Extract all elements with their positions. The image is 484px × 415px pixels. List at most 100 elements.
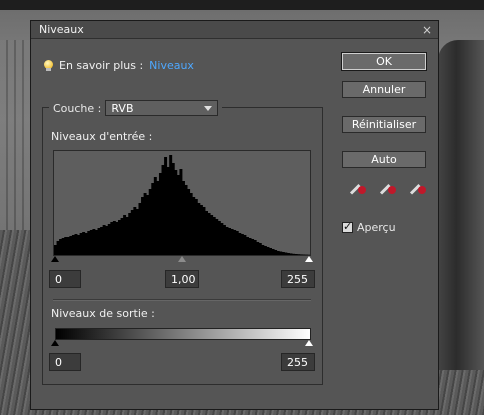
histogram-bar <box>100 227 104 255</box>
input-slider[interactable] <box>51 256 313 264</box>
dialog-titlebar[interactable]: Niveaux × <box>31 21 438 39</box>
histogram-bar <box>148 189 152 255</box>
histogram-bar <box>274 250 278 255</box>
histogram-bar <box>123 215 127 255</box>
histogram-bar <box>69 236 73 255</box>
histogram-bar <box>292 253 296 255</box>
histogram-bar <box>240 234 244 255</box>
histogram-bar <box>210 215 214 255</box>
gray-point-eyedropper-icon[interactable] <box>379 183 397 203</box>
histogram-bar <box>166 167 170 255</box>
output-slider[interactable] <box>51 340 313 348</box>
histogram-bar <box>212 217 216 255</box>
preview-label: Aperçu <box>357 221 396 234</box>
black-point-eyedropper-icon[interactable] <box>349 183 367 203</box>
histogram-bar <box>112 221 116 255</box>
histogram-bar <box>161 165 165 255</box>
histogram-bar <box>263 246 267 255</box>
histogram-bar <box>202 207 206 255</box>
output-white-field[interactable]: 255 <box>281 353 315 371</box>
histogram-bar <box>286 253 290 255</box>
histogram-bar <box>194 199 198 255</box>
histogram-bar <box>184 185 188 255</box>
cancel-button[interactable]: Annuler <box>342 81 426 98</box>
histogram-bar <box>79 233 83 255</box>
histogram-bar <box>246 237 249 255</box>
separator <box>53 299 311 301</box>
auto-button[interactable]: Auto <box>342 151 426 168</box>
histogram-bar <box>243 235 247 255</box>
histogram-bar <box>61 238 65 255</box>
background-person <box>438 40 484 370</box>
histogram-bar <box>266 247 270 255</box>
histogram-bar <box>253 240 257 255</box>
histogram-bar <box>271 249 275 255</box>
histogram-bar <box>269 248 272 255</box>
histogram-bar <box>164 157 168 255</box>
output-white-slider-handle[interactable] <box>305 340 313 346</box>
histogram-bar <box>94 230 98 255</box>
histogram-bar <box>56 241 60 255</box>
histogram-bar <box>207 213 211 255</box>
histogram-bar <box>64 237 68 255</box>
input-white-slider-handle[interactable] <box>305 256 313 262</box>
histogram-bar <box>156 181 160 255</box>
histogram-bar <box>74 234 78 255</box>
histogram-bar <box>141 197 144 255</box>
histogram-bar <box>59 239 63 255</box>
histogram-chart <box>54 155 310 255</box>
white-point-eyedropper-icon[interactable] <box>409 183 427 203</box>
input-white-field[interactable]: 255 <box>281 270 315 288</box>
close-icon[interactable]: × <box>422 24 432 36</box>
preview-row[interactable]: Aperçu <box>342 220 396 234</box>
channel-value: RVB <box>111 101 134 115</box>
histogram-bar <box>125 217 129 255</box>
histogram-bar <box>179 169 183 255</box>
histogram-bar <box>97 228 101 255</box>
histogram-bar <box>192 197 196 255</box>
input-levels-label: Niveaux d'entrée : <box>51 130 153 143</box>
histogram-bar <box>176 175 180 255</box>
histogram-bar <box>299 254 303 255</box>
ok-button[interactable]: OK <box>341 52 427 71</box>
chevron-down-icon <box>204 105 213 111</box>
channel-select[interactable]: RVB <box>105 100 219 116</box>
histogram-bar <box>258 243 262 255</box>
histogram-bar <box>151 183 155 255</box>
background-building <box>0 40 34 240</box>
histogram-bar <box>174 170 178 255</box>
preview-checkbox[interactable] <box>342 220 353 233</box>
histogram-bar <box>284 252 288 255</box>
histogram-bar <box>233 230 237 255</box>
histogram-bar <box>215 219 219 255</box>
histogram-bar <box>143 193 147 255</box>
histogram-bar <box>158 173 162 255</box>
histogram-bar <box>66 237 70 255</box>
histogram-bar <box>128 213 132 255</box>
histogram-bar <box>294 254 298 255</box>
histogram-bar <box>228 228 232 255</box>
input-black-field[interactable]: 0 <box>49 270 81 288</box>
output-black-field[interactable]: 0 <box>49 353 81 371</box>
histogram-bar <box>169 155 173 255</box>
histogram-bar <box>153 177 157 255</box>
histogram-bar <box>217 221 221 255</box>
reset-button[interactable]: Réinitialiser <box>342 116 426 133</box>
input-black-slider-handle[interactable] <box>51 256 59 262</box>
histogram-bar <box>115 222 119 255</box>
histogram-bar <box>238 233 242 255</box>
histogram-bar <box>89 230 93 255</box>
histogram-bar <box>102 225 106 255</box>
histogram-bar <box>199 205 203 255</box>
histogram-bar <box>189 193 193 255</box>
input-gamma-slider-handle[interactable] <box>178 256 186 262</box>
output-black-slider-handle[interactable] <box>51 340 59 346</box>
input-gamma-field[interactable]: 1,00 <box>165 270 199 288</box>
histogram-bar <box>118 220 121 255</box>
histogram-bar <box>138 203 142 255</box>
histogram-bar <box>54 245 57 255</box>
histogram-bar <box>82 232 86 255</box>
help-link[interactable]: Niveaux <box>149 59 194 72</box>
histogram-bar <box>256 242 260 255</box>
lightbulb-icon <box>44 59 53 72</box>
